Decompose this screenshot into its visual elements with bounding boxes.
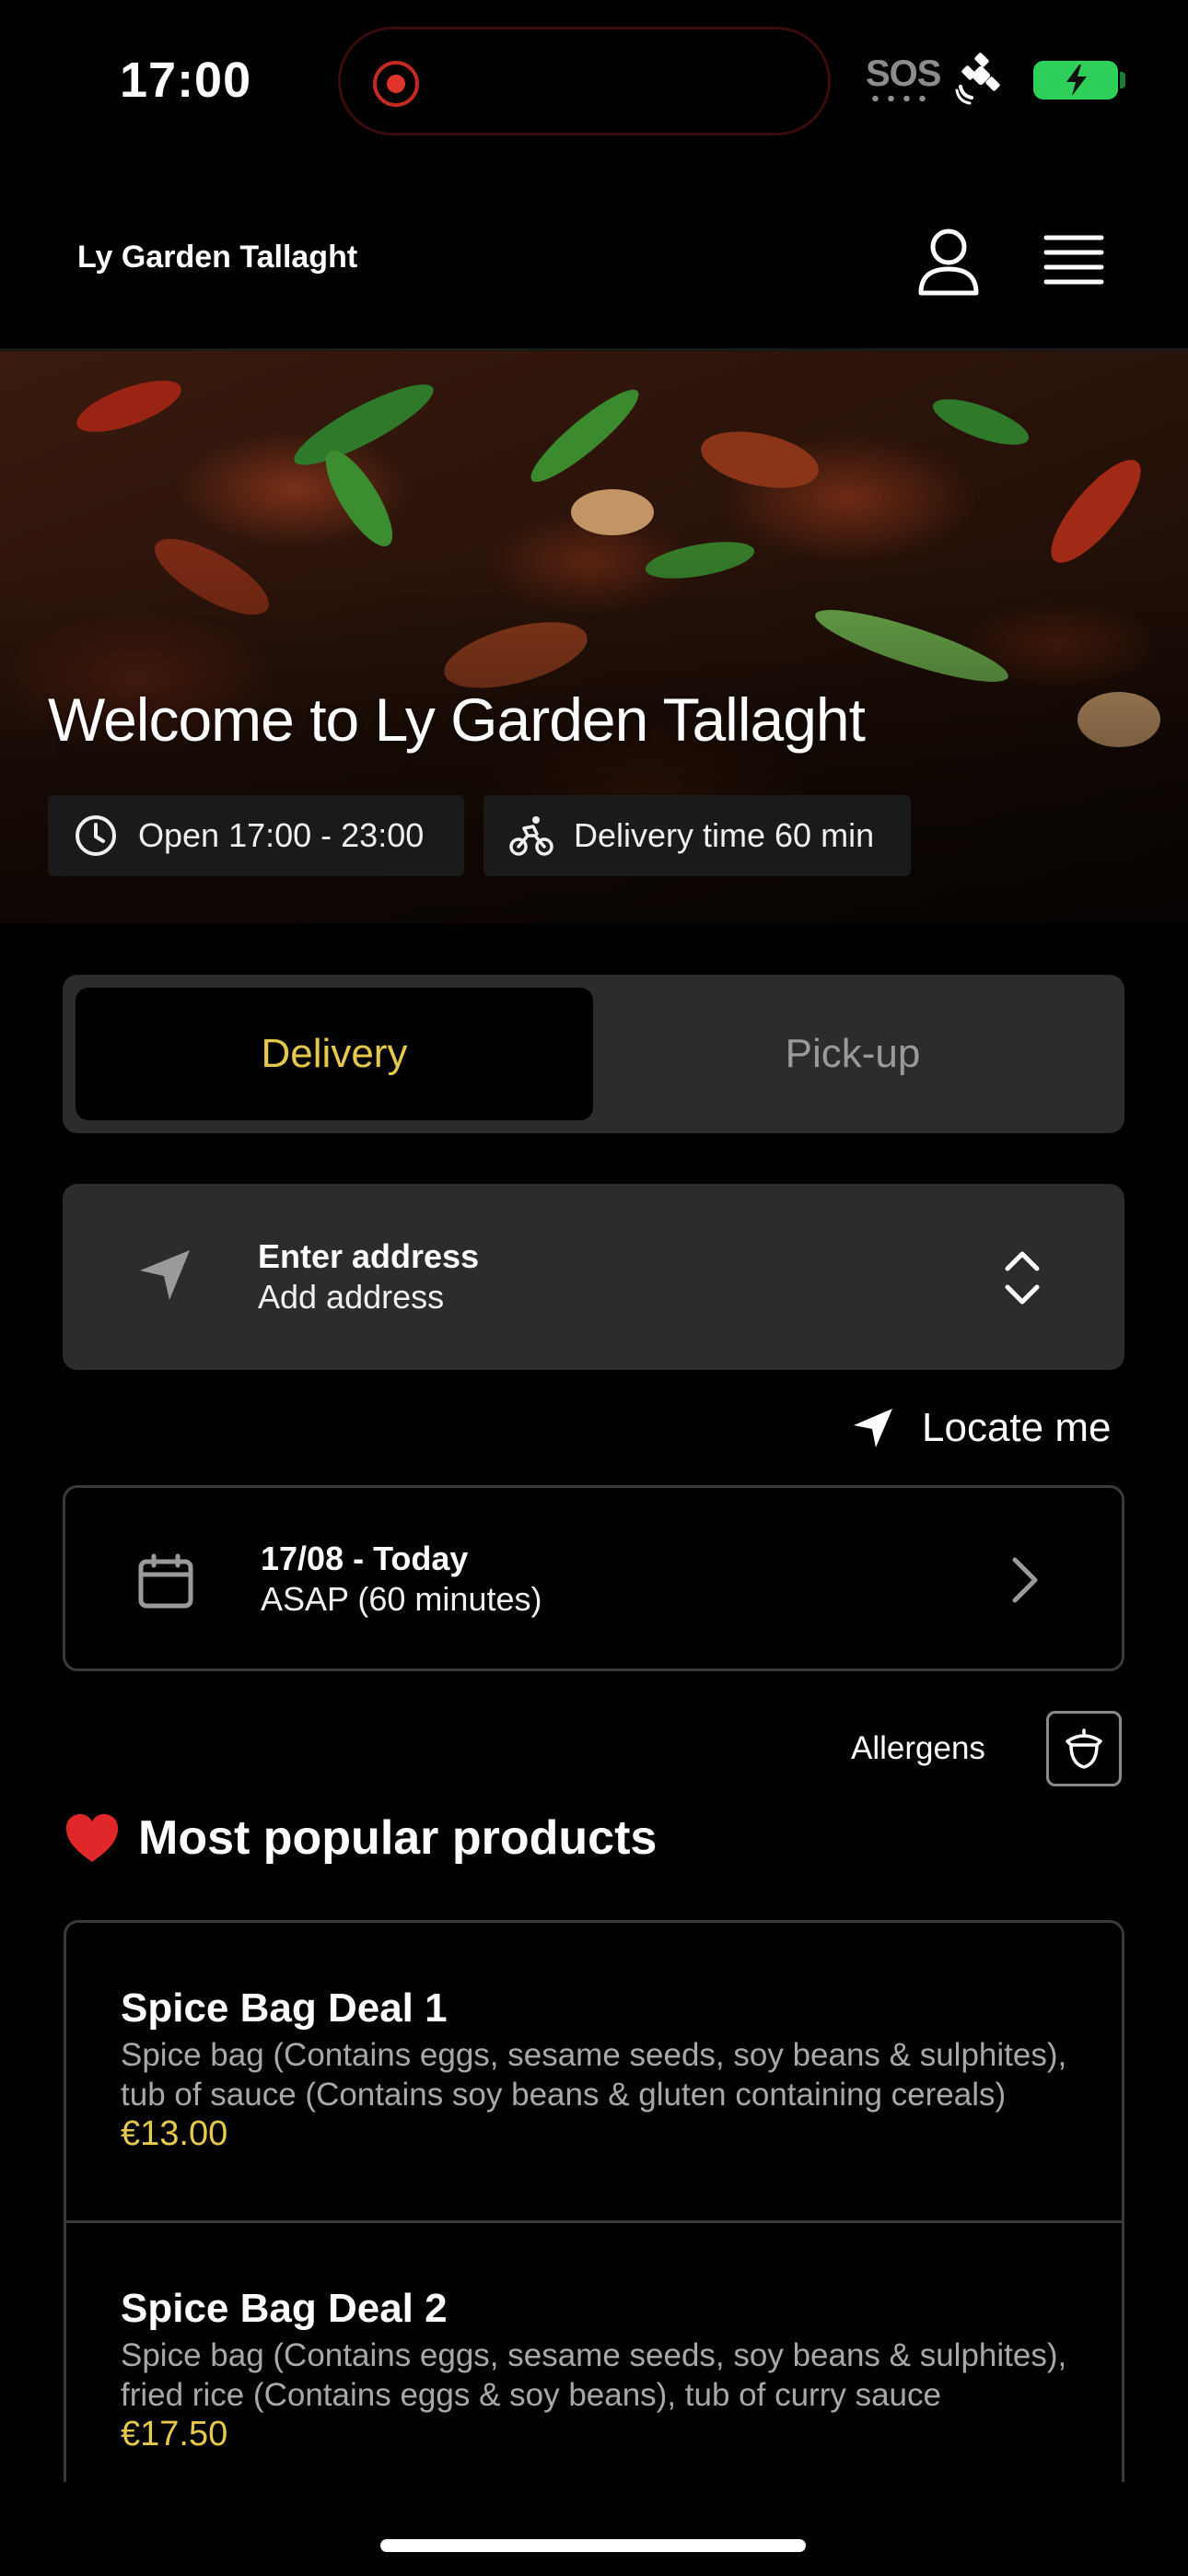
hamburger-menu-icon[interactable] <box>1043 232 1104 287</box>
location-arrow-icon <box>854 1409 892 1447</box>
app-header: Ly Garden Tallaght <box>0 212 1188 350</box>
product-price: €17.50 <box>121 2415 228 2453</box>
allergens-label: Allergens <box>851 1730 985 1766</box>
user-icon[interactable] <box>916 227 981 297</box>
delivery-time-text: Delivery time 60 min <box>574 816 875 854</box>
schedule-time: ASAP (60 minutes) <box>261 1580 542 1618</box>
recording-indicator-icon <box>373 61 419 107</box>
schedule-date: 17/08 - Today <box>261 1540 469 1577</box>
hero-title: Welcome to Ly Garden Tallaght <box>48 685 866 754</box>
delivery-time-badge: Delivery time 60 min <box>483 795 911 876</box>
navigation-arrow-icon <box>140 1250 190 1300</box>
hero-banner: Welcome to Ly Garden Tallaght Open 17:00… <box>0 351 1188 924</box>
product-list: Spice Bag Deal 1 Spice bag (Contains egg… <box>64 1920 1124 2482</box>
locate-me-button[interactable]: Locate me <box>852 1400 1111 1456</box>
address-subtitle: Add address <box>258 1278 445 1316</box>
delivery-time-selector[interactable]: 17/08 - Today ASAP (60 minutes) <box>63 1485 1124 1671</box>
product-name: Spice Bag Deal 1 <box>121 1985 448 2031</box>
signal-dots-icon <box>868 96 930 101</box>
delivery-tab[interactable]: Delivery <box>76 988 593 1120</box>
popular-products-title: Most popular products <box>138 1811 658 1865</box>
clock-icon <box>76 815 116 856</box>
order-mode-toggle: Delivery Pick-up <box>63 975 1124 1133</box>
battery-tip-icon <box>1120 72 1125 88</box>
heart-icon <box>66 1814 118 1862</box>
chevron-right-icon <box>1012 1557 1038 1603</box>
address-selector[interactable]: Enter address Add address <box>63 1184 1124 1370</box>
product-name: Spice Bag Deal 2 <box>121 2286 448 2331</box>
product-description: Spice bag (Contains eggs, sesame seeds, … <box>121 2037 1067 2113</box>
satellite-icon <box>955 53 1000 105</box>
product-card[interactable]: Spice Bag Deal 2 Spice bag (Contains egg… <box>66 2220 1122 2482</box>
restaurant-name[interactable]: Ly Garden Tallaght <box>77 240 357 275</box>
product-price: €13.00 <box>121 2114 228 2153</box>
opening-hours-badge: Open 17:00 - 23:00 <box>48 795 464 876</box>
acorn-icon <box>1066 1728 1102 1769</box>
cyclist-icon <box>509 816 553 856</box>
sos-indicator: SOS <box>866 53 941 94</box>
popular-products-heading: Most popular products <box>64 1810 657 1866</box>
product-description: Spice bag (Contains eggs, sesame seeds, … <box>121 2337 1067 2413</box>
dynamic-island <box>338 27 831 135</box>
home-indicator[interactable] <box>380 2539 806 2552</box>
calendar-icon <box>138 1553 193 1609</box>
allergens-button[interactable] <box>1046 1711 1122 1786</box>
product-card[interactable]: Spice Bag Deal 1 Spice bag (Contains egg… <box>66 1923 1122 2222</box>
address-title: Enter address <box>258 1237 480 1275</box>
battery-icon <box>1033 61 1118 100</box>
locate-me-label: Locate me <box>922 1405 1112 1450</box>
status-time: 17:00 <box>120 53 252 108</box>
opening-hours-text: Open 17:00 - 23:00 <box>138 816 425 854</box>
pickup-tab[interactable]: Pick-up <box>594 988 1112 1120</box>
status-bar: 17:00 SOS <box>0 0 1188 161</box>
chevron-up-down-icon <box>1005 1251 1040 1305</box>
